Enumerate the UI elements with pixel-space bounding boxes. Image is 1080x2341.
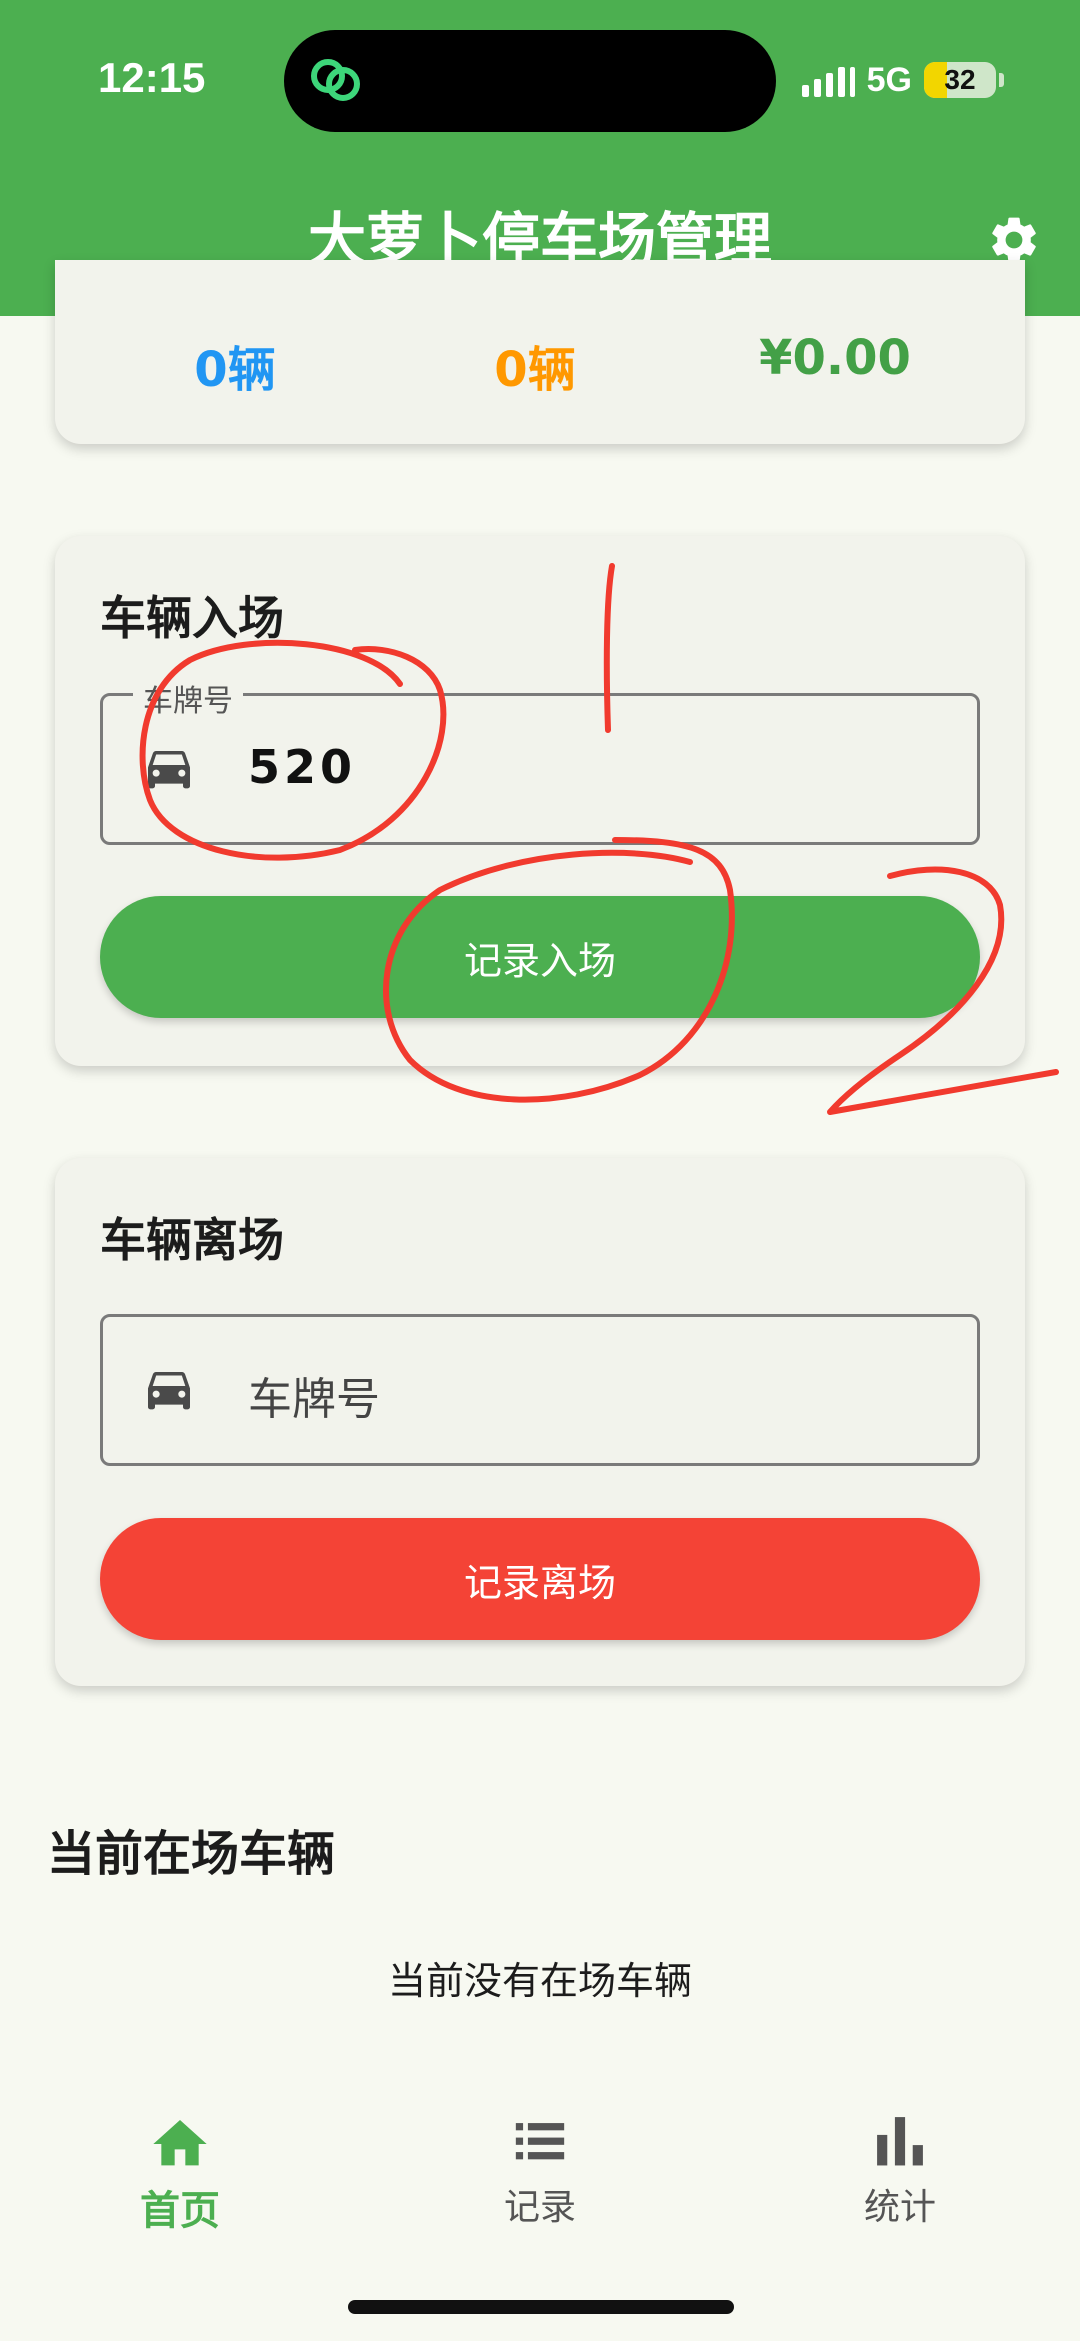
status-time: 12:15 — [98, 54, 206, 101]
nav-item-home[interactable]: 首页 — [80, 2112, 280, 2262]
nav-item-stats[interactable]: 统计 — [800, 2112, 1000, 2262]
entry-plate-label: 车牌号 — [133, 676, 243, 720]
entry-plate-field[interactable]: 车牌号 520 — [100, 676, 980, 845]
nav-label-home: 首页 — [140, 2188, 220, 2234]
link-rings-icon — [311, 59, 360, 101]
stat-vehicles-today: 0辆 — [494, 342, 576, 398]
stat-vehicles-in: 0辆 — [194, 342, 276, 398]
record-entry-button[interactable]: 记录入场 — [100, 896, 980, 1018]
home-indicator — [348, 2300, 734, 2314]
exit-plate-field[interactable]: 车牌号 — [100, 1314, 980, 1466]
status-indicators: 5G 32 — [801, 58, 1004, 102]
nav-label-stats: 统计 — [863, 2187, 936, 2228]
vehicle-entry-card: 车辆入场 车牌号 520 记录入场 — [55, 536, 1025, 1066]
exit-plate-placeholder: 车牌号 — [248, 1374, 380, 1425]
stat-revenue: ¥0.00 — [759, 330, 911, 386]
bar-chart-icon — [877, 2117, 923, 2166]
car-icon — [148, 1372, 190, 1410]
entry-plate-value: 520 — [248, 740, 357, 794]
home-icon — [153, 2120, 207, 2166]
battery-icon: 32 — [924, 62, 996, 98]
entry-card-title: 车辆入场 — [100, 591, 284, 645]
stats-card: 0辆 0辆 ¥0.00 — [55, 260, 1025, 444]
record-exit-button[interactable]: 记录离场 — [100, 1518, 980, 1640]
signal-icon — [801, 63, 855, 97]
car-icon — [148, 751, 190, 789]
network-type: 5G — [866, 60, 912, 99]
exit-card-title: 车辆离场 — [100, 1213, 284, 1267]
list-icon — [515, 2123, 565, 2160]
battery-level: 32 — [944, 64, 976, 95]
nav-item-records[interactable]: 记录 — [440, 2112, 640, 2262]
vehicle-exit-card: 车辆离场 车牌号 记录离场 — [55, 1158, 1025, 1686]
empty-state-message: 当前没有在场车辆 — [387, 1959, 692, 2003]
nav-label-records: 记录 — [503, 2187, 576, 2228]
dynamic-island — [284, 30, 776, 132]
current-vehicles-title: 当前在场车辆 — [47, 1826, 336, 1882]
